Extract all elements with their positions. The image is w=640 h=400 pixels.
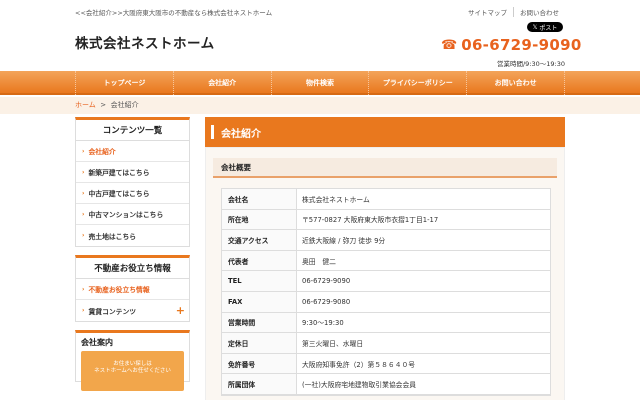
row-label: 会社名 <box>222 189 297 209</box>
table-row: 交通アクセス 近鉄大阪線 / 弥刀 徒歩 9分 <box>222 230 550 251</box>
nav-contact[interactable]: お問い合わせ <box>467 71 565 95</box>
phone-icon: ☎ <box>441 37 458 53</box>
nav-company[interactable]: 会社紹介 <box>174 71 272 95</box>
x-post-label: ポスト <box>539 24 558 32</box>
breadcrumb-current: 会社紹介 <box>110 101 139 109</box>
sidebar-item-land[interactable]: › 売土地はこちら <box>76 225 189 246</box>
info-title: 不動産お役立ち情報 <box>76 258 189 279</box>
company-guide-box: 会社案内 お住まい探しは ネストホームへお任せください <box>75 330 190 391</box>
table-row: 所属団体 (一社)大阪府宅地建物取引業協会会員 <box>222 374 550 395</box>
chevron-right-icon: › <box>82 285 85 293</box>
guide-title: 会社案内 <box>81 338 113 347</box>
info-box: 不動産お役立ち情報 › 不動産お役立ち情報 › 賃貸コンテンツ + <box>75 255 190 322</box>
phone-block[interactable]: ☎ 06-6729-9090 <box>441 36 582 54</box>
breadcrumb-home[interactable]: ホーム <box>75 101 96 109</box>
row-value: (一社)大阪府宅地建物取引業協会会員 <box>302 381 417 390</box>
x-post-button[interactable]: 𝕏 ポスト <box>527 22 563 32</box>
sidebar-item-label: 売土地はこちら <box>88 232 137 241</box>
business-hours: 営業時間/9:30〜19:30 <box>496 60 565 68</box>
table-row: 代表者 奥田 健二 <box>222 250 550 272</box>
sidebar-item-label: 中古戸建てはこちら <box>88 190 150 198</box>
contact-link[interactable]: お問い合わせ <box>513 7 565 17</box>
table-row: 会社名 株式会社ネストホーム <box>222 189 550 210</box>
table-row: 所在地 〒577-0827 大阪府東大阪市衣摺1丁目1-17 <box>222 209 550 231</box>
sidebar-item-label: 中古マンションはこちら <box>88 211 164 219</box>
contents-title: コンテンツ一覧 <box>76 120 189 141</box>
phone-number: 06-6729-9090 <box>461 36 582 54</box>
top-bar: <<会社紹介>>大阪府東大阪市の不動産なら株式会社ネストホーム サイトマップ お… <box>0 0 640 22</box>
row-value: 近鉄大阪線 / 弥刀 徒歩 9分 <box>302 236 386 245</box>
row-label: 免許番号 <box>222 353 297 374</box>
page-title: 会社紹介 <box>205 117 565 147</box>
main-body: 会社概要 会社名 株式会社ネストホーム 所在地 〒577-0827 大阪府東大阪市衣… <box>205 147 565 400</box>
chevron-right-icon: › <box>82 189 85 197</box>
table-row: TEL 06-6729-9090 <box>222 271 550 292</box>
nav-top-page[interactable]: トップページ <box>75 71 174 95</box>
chevron-right-icon: › <box>82 210 85 218</box>
row-label: 定休日 <box>222 333 297 353</box>
row-value: 〒577-0827 大阪府東大阪市衣摺1丁目1-17 <box>302 216 439 225</box>
breadcrumb-separator: > <box>100 101 107 109</box>
global-nav: トップページ 会社紹介 物件検索 プライバシーポリシー お問い合わせ <box>0 71 640 95</box>
top-links: サイトマップ お問い合わせ <box>462 7 565 17</box>
nav-property-search[interactable]: 物件検索 <box>272 71 370 95</box>
company-logo-title[interactable]: 株式会社ネストホーム <box>75 32 215 52</box>
chevron-right-icon: › <box>82 232 85 239</box>
row-value: 大阪府知事免許（2）第５８６４０号 <box>302 360 416 369</box>
row-value: 奥田 健二 <box>302 257 336 266</box>
row-label: 交通アクセス <box>222 230 297 250</box>
table-row: 免許番号 大阪府知事免許（2）第５８６４０号 <box>222 353 550 375</box>
contents-box: コンテンツ一覧 › 会社紹介 › 新築戸建てはこちら › 中古戸建てはこちら › 中古マ… <box>75 117 190 247</box>
breadcrumb: ホーム > 会社紹介 <box>75 100 139 110</box>
site-tagline: <<会社紹介>>大阪府東大阪市の不動産なら株式会社ネストホーム <box>75 9 273 17</box>
guide-banner-text: お住まい探しは ネストホームへお任せください <box>94 361 171 375</box>
sidebar-item-label: 不動産お役立ち情報 <box>88 286 150 294</box>
nav-privacy-policy[interactable]: プライバシーポリシー <box>369 71 468 95</box>
sidebar: コンテンツ一覧 › 会社紹介 › 新築戸建てはこちら › 中古戸建てはこちら › 中古マ… <box>75 117 190 391</box>
sidebar-item-new-house[interactable]: › 新築戸建てはこちら <box>76 162 189 183</box>
row-label: 営業時間 <box>222 312 297 333</box>
sidebar-item-useful-info[interactable]: › 不動産お役立ち情報 <box>76 279 189 300</box>
main-content: 会社紹介 会社概要 会社名 株式会社ネストホーム 所在地 〒577-0827 大阪府… <box>205 117 565 400</box>
table-row: 定休日 第三火曜日、水曜日 <box>222 333 550 354</box>
row-label: 代表者 <box>222 250 297 271</box>
chevron-right-icon: › <box>82 168 85 176</box>
company-info-table: 会社名 株式会社ネストホーム 所在地 〒577-0827 大阪府東大阪市衣摺1丁目1… <box>221 188 551 396</box>
sidebar-item-used-house[interactable]: › 中古戸建てはこちら <box>76 183 189 204</box>
row-label: 所属団体 <box>222 374 297 394</box>
row-label: TEL <box>222 271 297 291</box>
section-title: 会社概要 <box>213 158 557 178</box>
row-label: 所在地 <box>222 209 297 230</box>
table-row: FAX 06-6729-9080 <box>222 291 550 313</box>
page-title-text: 会社紹介 <box>221 128 261 140</box>
breadcrumb-bar: ホーム > 会社紹介 <box>0 97 640 114</box>
sidebar-item-rental[interactable]: › 賃貸コンテンツ + <box>76 300 189 321</box>
row-value: 第三火曜日、水曜日 <box>302 339 364 348</box>
row-value: 06-6729-9080 <box>302 297 351 306</box>
plus-icon[interactable]: + <box>176 304 185 317</box>
sitemap-link[interactable]: サイトマップ <box>462 7 513 17</box>
row-label: FAX <box>222 291 297 312</box>
row-value: 9:30〜19:30 <box>302 319 344 328</box>
guide-banner[interactable]: お住まい探しは ネストホームへお任せください <box>81 351 184 391</box>
sidebar-item-label: 新築戸建てはこちら <box>88 169 150 177</box>
sidebar-item-used-mansion[interactable]: › 中古マンションはこちら <box>76 204 189 225</box>
sidebar-item-label: 会社紹介 <box>88 148 116 156</box>
x-logo-icon: 𝕏 <box>532 23 538 31</box>
row-value: 株式会社ネストホーム <box>302 195 370 204</box>
sidebar-item-label: 賃貸コンテンツ <box>88 307 137 316</box>
chevron-right-icon: › <box>82 307 85 314</box>
table-row: 営業時間 9:30〜19:30 <box>222 312 550 334</box>
sidebar-item-company[interactable]: › 会社紹介 <box>76 141 189 162</box>
row-value: 06-6729-9090 <box>302 277 351 286</box>
chevron-right-icon: › <box>82 147 85 155</box>
